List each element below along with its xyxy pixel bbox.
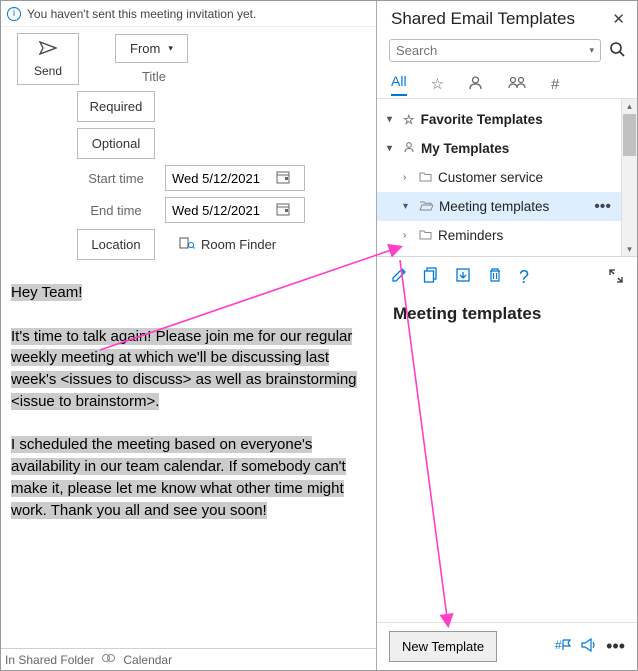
required-button[interactable]: Required xyxy=(77,91,155,122)
message-body[interactable]: Hey Team! It's time to talk again! Pleas… xyxy=(1,272,376,648)
folder-open-icon xyxy=(419,199,433,214)
start-time-label: Start time xyxy=(77,171,155,186)
star-icon: ☆ xyxy=(403,112,415,128)
start-time-field[interactable] xyxy=(165,165,305,191)
help-icon[interactable]: ? xyxy=(519,267,529,288)
calendar-icon[interactable] xyxy=(276,202,290,219)
body-p2: I scheduled the meeting based on everyon… xyxy=(11,436,346,518)
search-icon[interactable] xyxy=(609,41,625,61)
expand-icon[interactable] xyxy=(609,269,623,286)
panel-title: Shared Email Templates xyxy=(391,9,575,29)
group-icon[interactable] xyxy=(507,75,527,94)
template-tree: ▾ ☆ Favorite Templates ▾ My Templates › xyxy=(377,99,621,256)
person-icon xyxy=(403,141,415,156)
tree-my-templates[interactable]: ▾ My Templates xyxy=(377,134,621,163)
panel-footer: New Template # ••• xyxy=(377,622,637,670)
end-time-label: End time xyxy=(77,203,155,218)
chevron-down-icon[interactable]: ▾ xyxy=(589,45,594,56)
send-button[interactable]: Send xyxy=(17,33,79,85)
chevron-down-icon: ▾ xyxy=(168,43,173,54)
scroll-down-icon[interactable]: ▾ xyxy=(622,242,637,256)
edit-icon[interactable] xyxy=(391,267,407,288)
info-bar: i You haven't sent this meeting invitati… xyxy=(1,1,376,27)
scroll-thumb[interactable] xyxy=(623,114,636,156)
folder-icon xyxy=(419,228,432,243)
tree-item-meeting-templates[interactable]: ▾ Meeting templates ••• xyxy=(377,192,621,221)
template-content-area xyxy=(377,332,637,622)
optional-button[interactable]: Optional xyxy=(77,128,155,159)
star-icon[interactable]: ☆ xyxy=(431,75,444,93)
hash-icon[interactable]: # xyxy=(551,76,559,93)
new-template-button[interactable]: New Template xyxy=(389,631,497,662)
delete-icon[interactable] xyxy=(487,267,503,288)
filter-tabs: All ☆ # xyxy=(377,66,637,99)
chevron-right-icon: › xyxy=(403,172,415,183)
person-icon[interactable] xyxy=(468,75,483,94)
section-heading: Meeting templates xyxy=(377,296,637,332)
hash-flag-icon[interactable]: # xyxy=(555,638,571,655)
chevron-down-icon: ▾ xyxy=(387,114,399,125)
tree-item-customer-service[interactable]: › Customer service xyxy=(377,163,621,192)
start-time-input[interactable] xyxy=(166,167,276,190)
more-icon[interactable]: ••• xyxy=(594,198,621,216)
close-icon[interactable]: ✕ xyxy=(612,10,625,28)
import-icon[interactable] xyxy=(455,267,471,288)
template-toolbar: ? xyxy=(377,257,637,296)
calendar-icon[interactable] xyxy=(276,170,290,187)
from-button[interactable]: From ▾ xyxy=(115,34,188,63)
title-label: Title xyxy=(115,69,193,84)
scroll-up-icon[interactable]: ▴ xyxy=(622,99,637,113)
body-p1: It's time to talk again! Please join me … xyxy=(11,328,357,410)
room-finder-icon xyxy=(179,236,195,253)
tree-label: My Templates xyxy=(421,141,509,156)
tree-label: Favorite Templates xyxy=(421,112,543,127)
meeting-editor-pane: i You haven't sent this meeting invitati… xyxy=(1,1,377,670)
tree-label: Meeting templates xyxy=(439,199,549,214)
end-time-input[interactable] xyxy=(166,199,276,222)
tree-label: Reminders xyxy=(438,228,503,243)
info-text: You haven't sent this meeting invitation… xyxy=(27,7,256,21)
status-folder: In Shared Folder xyxy=(5,653,94,667)
folder-icon xyxy=(419,170,432,185)
end-time-field[interactable] xyxy=(165,197,305,223)
tree-favorites[interactable]: ▾ ☆ Favorite Templates xyxy=(377,105,621,134)
room-finder-label: Room Finder xyxy=(201,237,276,252)
search-box[interactable]: ▾ xyxy=(389,39,601,62)
tree-label: Customer service xyxy=(438,170,543,185)
from-label: From xyxy=(130,41,160,56)
tree-item-reminders[interactable]: › Reminders xyxy=(377,221,621,250)
send-label: Send xyxy=(34,64,62,78)
chevron-down-icon: ▾ xyxy=(387,143,399,154)
send-icon xyxy=(39,41,57,60)
templates-pane: Shared Email Templates ✕ ▾ All ☆ # xyxy=(377,1,637,670)
status-view: Calendar xyxy=(123,653,172,667)
room-finder-button[interactable]: Room Finder xyxy=(179,236,276,253)
info-icon: i xyxy=(7,7,21,21)
status-bar: In Shared Folder Calendar xyxy=(1,648,376,670)
body-greeting: Hey Team! xyxy=(11,284,82,301)
search-input[interactable] xyxy=(396,43,589,58)
tab-all[interactable]: All xyxy=(391,73,407,96)
scrollbar[interactable]: ▴ ▾ xyxy=(621,99,637,256)
more-icon[interactable]: ••• xyxy=(606,636,625,657)
location-button[interactable]: Location xyxy=(77,229,155,260)
copy-icon[interactable] xyxy=(423,267,439,288)
chevron-right-icon: › xyxy=(403,230,415,241)
calendar-small-icon xyxy=(102,652,115,667)
announce-icon[interactable] xyxy=(581,638,596,655)
chevron-down-icon: ▾ xyxy=(403,201,415,212)
svg-text:#: # xyxy=(555,638,562,652)
